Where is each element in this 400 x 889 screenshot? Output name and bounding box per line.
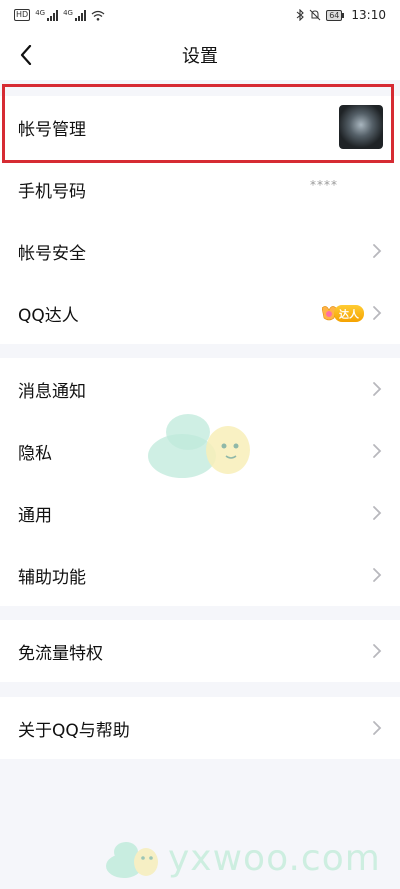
status-bar: HD 4G 4G 64 13:10 <box>0 0 400 30</box>
battery-icon: 64 <box>326 9 345 21</box>
page-title: 设置 <box>182 46 218 67</box>
row-label: 手机号码 <box>18 181 86 202</box>
network-label-2: 4G <box>63 9 73 17</box>
avatar <box>339 105 383 149</box>
settings-group-account: 帐号管理 手机号码 **** 帐号安全 QQ达人 达人 <box>0 96 400 344</box>
settings-row-about-help[interactable]: 关于QQ与帮助 <box>0 697 400 759</box>
settings-row-qq-daren[interactable]: QQ达人 达人 <box>0 282 400 344</box>
settings-row-account-management[interactable]: 帐号管理 <box>0 96 400 158</box>
chevron-right-icon <box>373 244 382 258</box>
phone-number-value: **** <box>310 178 338 192</box>
daren-badge: 达人 <box>322 304 364 322</box>
row-label: 关于QQ与帮助 <box>18 720 130 741</box>
row-label: 帐号管理 <box>18 119 86 140</box>
network-label-1: 4G <box>35 9 46 17</box>
back-arrow-icon <box>20 45 32 65</box>
chevron-right-icon <box>373 382 382 396</box>
settings-row-accessibility[interactable]: 辅助功能 <box>0 544 400 606</box>
chevron-right-icon <box>373 506 382 520</box>
chevron-right-icon <box>373 568 382 582</box>
settings-group-free-data: 免流量特权 <box>0 620 400 682</box>
settings-group-general: 消息通知 隐私 通用 辅助功能 <box>0 358 400 606</box>
chevron-right-icon <box>373 721 382 735</box>
chevron-right-icon <box>373 644 382 658</box>
watermark-text: yxwoo.com <box>168 837 381 879</box>
status-time: 13:10 <box>351 8 386 22</box>
settings-group-about: 关于QQ与帮助 <box>0 697 400 759</box>
row-label: 消息通知 <box>18 381 86 402</box>
back-button[interactable] <box>14 42 38 68</box>
snail-logo-icon <box>106 842 158 878</box>
settings-row-privacy[interactable]: 隐私 <box>0 420 400 482</box>
bluetooth-icon <box>296 9 305 21</box>
settings-row-general[interactable]: 通用 <box>0 482 400 544</box>
row-label: 免流量特权 <box>18 643 103 664</box>
row-label: QQ达人 <box>18 305 79 326</box>
settings-row-free-data[interactable]: 免流量特权 <box>0 620 400 682</box>
signal-icon <box>47 9 59 21</box>
settings-row-phone-number[interactable]: 手机号码 **** <box>0 158 400 220</box>
chevron-right-icon <box>373 444 382 458</box>
chevron-right-icon <box>373 306 382 320</box>
battery-level: 64 <box>326 9 343 21</box>
row-label: 帐号安全 <box>18 243 86 264</box>
row-label: 隐私 <box>18 443 52 464</box>
signal-icon <box>74 9 86 21</box>
settings-row-account-security[interactable]: 帐号安全 <box>0 220 400 282</box>
status-left: HD 4G 4G <box>14 9 105 21</box>
mute-bell-icon <box>309 9 321 21</box>
settings-row-notifications[interactable]: 消息通知 <box>0 358 400 420</box>
row-label: 通用 <box>18 505 52 526</box>
status-right: 64 13:10 <box>296 8 386 22</box>
nav-bar: 设置 <box>0 30 400 80</box>
wifi-icon <box>91 10 105 21</box>
site-watermark: yxwoo.com <box>106 832 381 884</box>
daren-badge-label: 达人 <box>334 304 364 322</box>
row-label: 辅助功能 <box>18 567 86 588</box>
hd-badge: HD <box>14 9 31 21</box>
